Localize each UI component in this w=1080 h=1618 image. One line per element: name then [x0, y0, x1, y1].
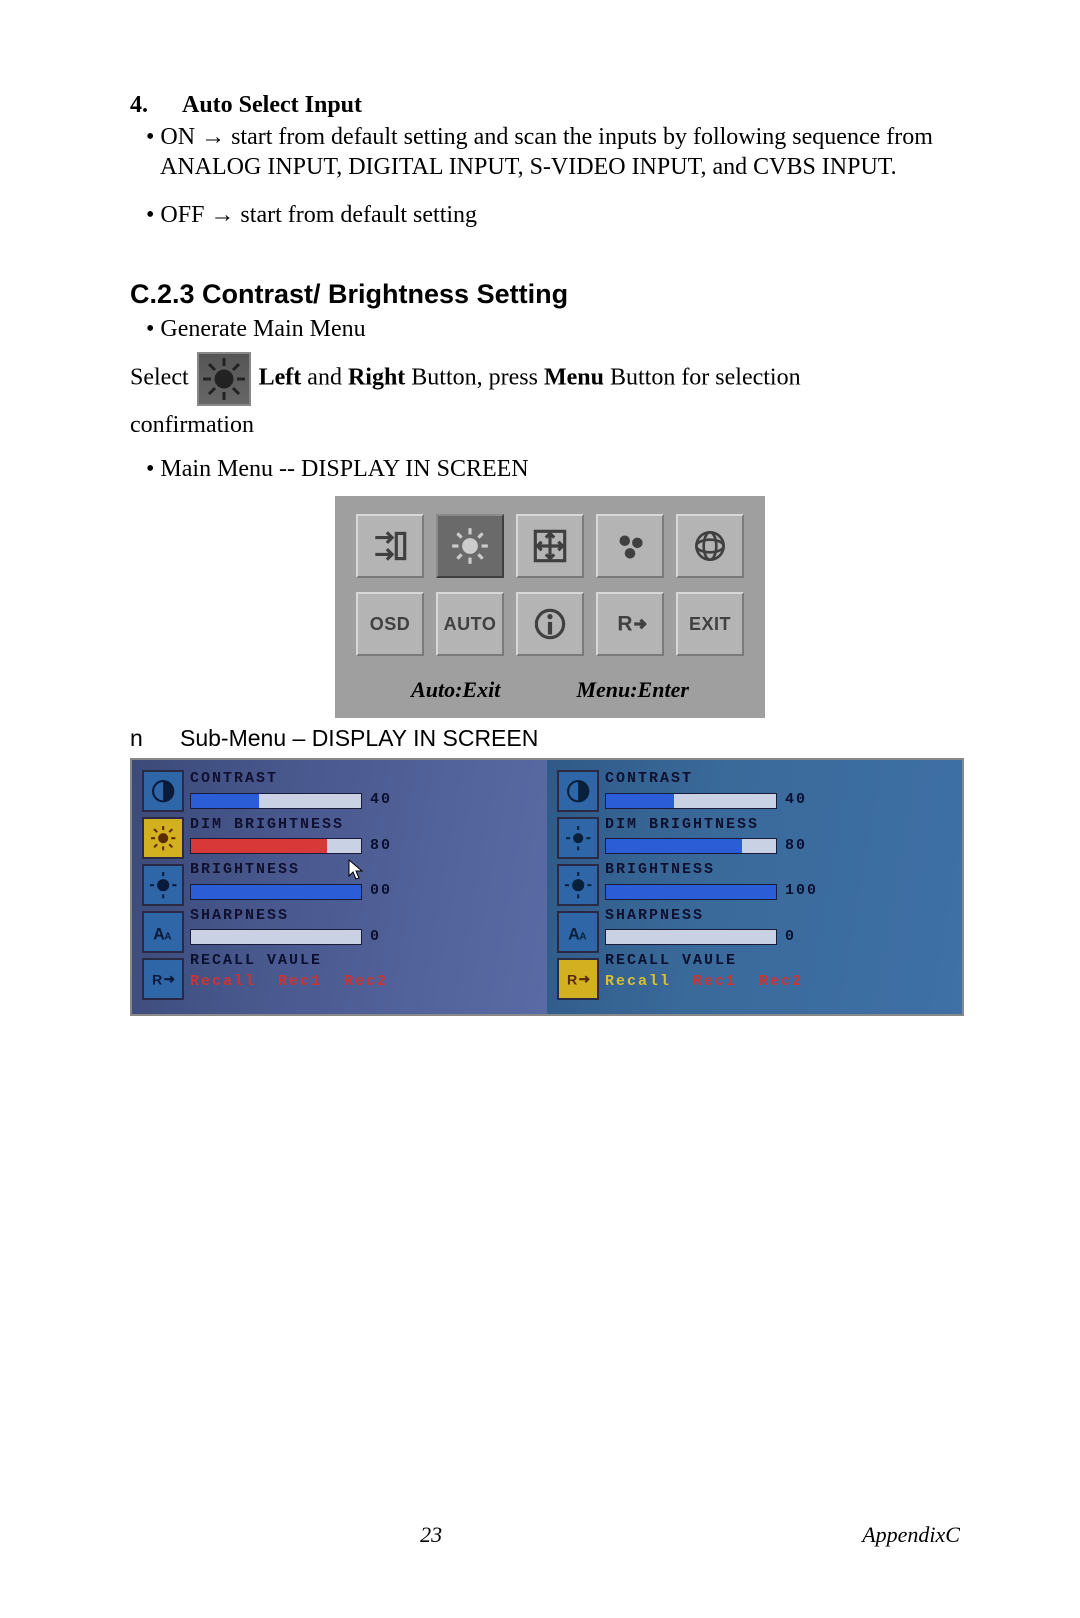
- side-brightness-icon[interactable]: [557, 864, 599, 906]
- side-recall-icon[interactable]: R: [142, 958, 184, 1000]
- osd-hint-auto: Auto:Exit: [411, 676, 500, 704]
- bullet-main-menu: Main Menu -- DISPLAY IN SCREEN: [130, 454, 970, 484]
- page-footer: 23 AppendixC: [0, 1522, 1080, 1548]
- select-instruction: Select Left and Right Button, press Menu…: [130, 352, 970, 444]
- side-contrast-icon[interactable]: [142, 770, 184, 812]
- side-recall-icon[interactable]: R: [557, 958, 599, 1000]
- side-brightness-icon[interactable]: [142, 864, 184, 906]
- osd-exit-button[interactable]: EXIT: [676, 592, 744, 656]
- heading-c23: C.2.3 Contrast/ Brightness Setting: [130, 278, 970, 312]
- side-contrast-icon[interactable]: [557, 770, 599, 812]
- side-text-icon[interactable]: AA: [557, 911, 599, 953]
- osd-position-icon[interactable]: [516, 514, 584, 578]
- submenu-right: AA R CONTRAST 40 DIM BRIGHTNESS 80 BRIGH…: [547, 760, 962, 1014]
- osd-reset-button[interactable]: R: [596, 592, 664, 656]
- osd-main-menu: OSD AUTO R EXIT Auto:Exit Menu:Enter: [335, 496, 765, 718]
- osd-input-icon[interactable]: [356, 514, 424, 578]
- side-dim-brightness-icon[interactable]: [557, 817, 599, 859]
- page-number: 23: [420, 1522, 442, 1548]
- bullet-on: ON → start from default setting and scan…: [130, 122, 970, 182]
- osd-info-button[interactable]: [516, 592, 584, 656]
- side-dim-brightness-icon[interactable]: [142, 817, 184, 859]
- bullet-generate-main-menu: Generate Main Menu: [130, 314, 970, 344]
- svg-text:R: R: [152, 972, 164, 988]
- submenu-screenshots: AA R CONTRAST 40 DIM BRIGHTNESS 80 BRIGH…: [130, 758, 964, 1016]
- osd-hint-menu: Menu:Enter: [576, 676, 688, 704]
- brightness-icon: [197, 352, 251, 406]
- osd-globe-icon[interactable]: [676, 514, 744, 578]
- osd-osd-button[interactable]: OSD: [356, 592, 424, 656]
- submenu-heading: nSub-Menu – DISPLAY IN SCREEN: [130, 724, 970, 753]
- appendix-label: AppendixC: [862, 1522, 960, 1548]
- bullet-off: OFF → start from default setting: [130, 200, 970, 230]
- section-4-heading: 4.Auto Select Input: [130, 90, 970, 120]
- osd-brightness-icon[interactable]: [436, 514, 504, 578]
- submenu-left: AA R CONTRAST 40 DIM BRIGHTNESS 80 BRIGH…: [132, 760, 547, 1014]
- svg-text:R: R: [617, 612, 633, 635]
- osd-auto-button[interactable]: AUTO: [436, 592, 504, 656]
- svg-text:R: R: [567, 972, 579, 988]
- svg-text:A: A: [579, 931, 588, 942]
- side-text-icon[interactable]: AA: [142, 911, 184, 953]
- svg-text:A: A: [164, 931, 173, 942]
- osd-color-icon[interactable]: [596, 514, 664, 578]
- cursor-icon: [348, 859, 366, 881]
